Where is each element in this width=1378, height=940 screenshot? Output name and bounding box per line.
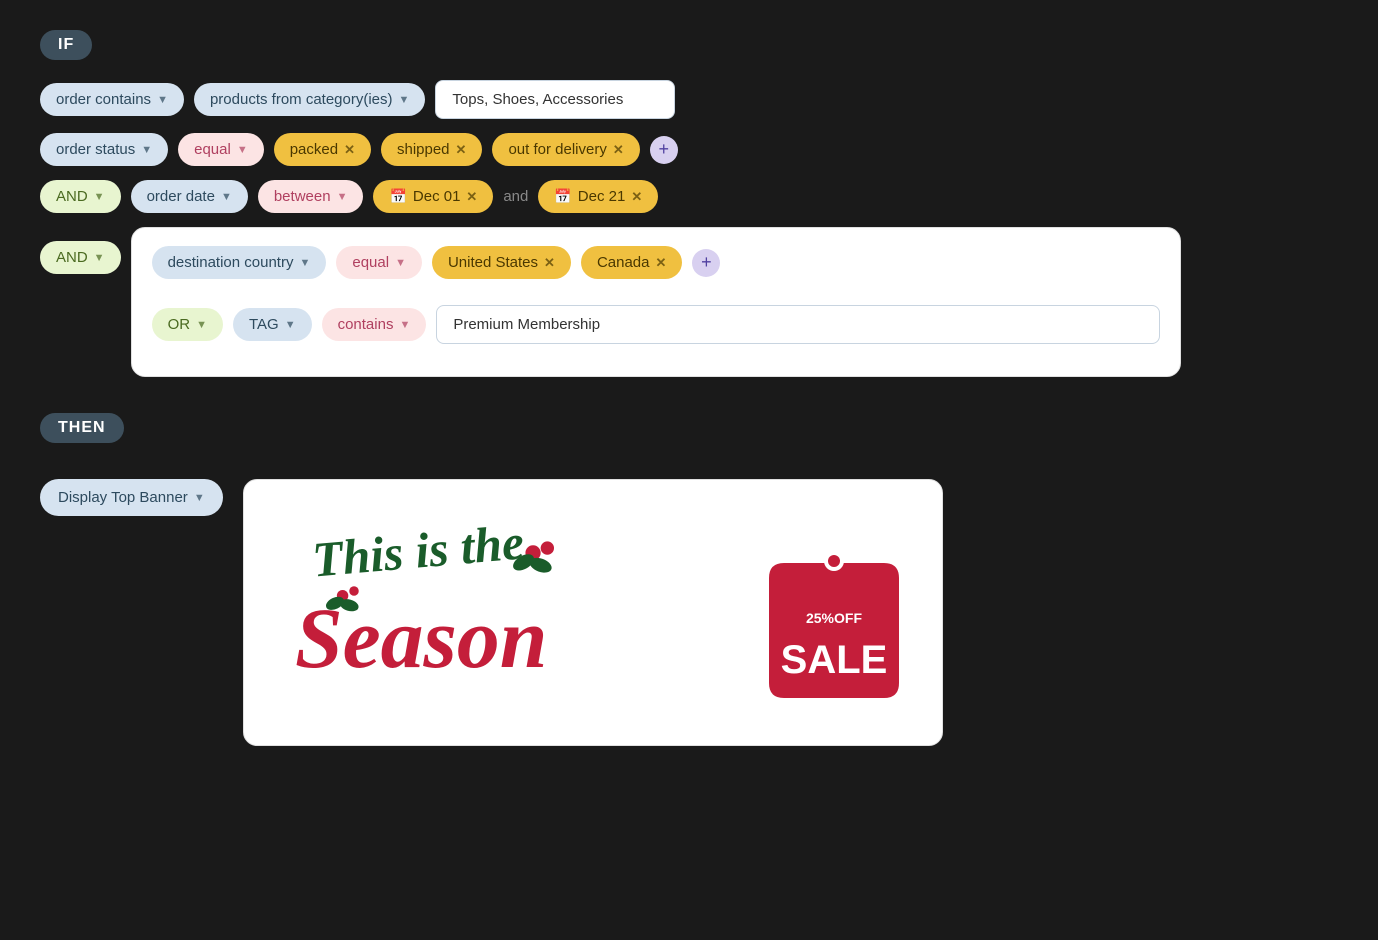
remove-canada-button[interactable]: ✕ [655,255,666,271]
and-text: and [503,188,528,205]
dropdown-arrow: ▼ [94,252,105,264]
svg-text:This is the: This is the [310,514,526,587]
and-chip-2[interactable]: AND ▼ [40,241,121,274]
banner-preview: This is the Season [243,479,943,746]
or-chip[interactable]: OR ▼ [152,308,223,341]
dropdown-arrow: ▼ [337,191,348,203]
united-states-tag[interactable]: United States ✕ [432,246,571,279]
nested-equal-chip[interactable]: equal ▼ [336,246,422,279]
order-date-chip[interactable]: order date ▼ [131,180,248,213]
banner-content: This is the Season [284,510,902,715]
dropdown-arrow: ▼ [141,144,152,156]
add-status-button[interactable]: + [650,136,678,164]
contains-chip[interactable]: contains ▼ [322,308,427,341]
then-section: THEN Display Top Banner ▼ This is the [40,413,1338,746]
premium-membership-input[interactable] [436,305,1159,344]
svg-text:25%OFF: 25%OFF [806,610,862,626]
remove-united-states-button[interactable]: ✕ [544,255,555,271]
remove-date-start-button[interactable]: ✕ [466,189,477,205]
dropdown-arrow: ▼ [157,94,168,106]
remove-packed-button[interactable]: ✕ [344,142,355,158]
dropdown-arrow: ▼ [237,144,248,156]
order-contains-chip[interactable]: order contains ▼ [40,83,184,116]
then-row: Display Top Banner ▼ This is the [40,479,1338,746]
banner-text-art: This is the Season [284,510,744,715]
sale-tag: 25%OFF SALE [764,533,904,693]
dropdown-arrow: ▼ [399,94,410,106]
out-for-delivery-tag[interactable]: out for delivery ✕ [492,133,639,166]
if-badge: IF [40,30,92,60]
remove-out-for-delivery-button[interactable]: ✕ [613,142,624,158]
svg-text:SALE: SALE [780,638,887,682]
calendar-icon: 📅 [389,188,406,205]
calendar-icon-2: 📅 [554,188,571,205]
condition-row-2: order status ▼ equal ▼ packed ✕ shipped … [40,133,1338,166]
dropdown-arrow: ▼ [399,319,410,331]
canada-tag[interactable]: Canada ✕ [581,246,682,279]
tag-chip[interactable]: TAG ▼ [233,308,312,341]
and-chip-1[interactable]: AND ▼ [40,180,121,213]
nested-condition-box: destination country ▼ equal ▼ United Sta… [131,227,1181,377]
order-status-chip[interactable]: order status ▼ [40,133,168,166]
shipped-tag[interactable]: shipped ✕ [381,133,482,166]
category-input[interactable] [435,80,675,119]
dropdown-arrow: ▼ [299,257,310,269]
date-end-tag[interactable]: 📅 Dec 21 ✕ [538,180,658,213]
remove-date-end-button[interactable]: ✕ [631,189,642,205]
add-country-button[interactable]: + [692,249,720,277]
products-from-category-chip[interactable]: products from category(ies) ▼ [194,83,425,116]
if-section: IF order contains ▼ products from catego… [40,30,1338,377]
equal-chip[interactable]: equal ▼ [178,133,264,166]
packed-tag[interactable]: packed ✕ [274,133,371,166]
nested-row-2: OR ▼ TAG ▼ contains ▼ [152,305,1160,344]
condition-row-1: order contains ▼ products from category(… [40,80,1338,119]
between-chip[interactable]: between ▼ [258,180,364,213]
condition-row-3: AND ▼ order date ▼ between ▼ 📅 Dec 01 ✕ … [40,180,1338,213]
dropdown-arrow: ▼ [196,319,207,331]
dropdown-arrow: ▼ [395,257,406,269]
destination-country-chip[interactable]: destination country ▼ [152,246,327,279]
date-start-tag[interactable]: 📅 Dec 01 ✕ [373,180,493,213]
dropdown-arrow: ▼ [221,191,232,203]
condition-row-4: AND ▼ destination country ▼ equal ▼ Unit… [40,227,1338,377]
dropdown-arrow: ▼ [285,319,296,331]
dropdown-arrow: ▼ [94,191,105,203]
nested-row-1: destination country ▼ equal ▼ United Sta… [152,246,1160,279]
dropdown-arrow: ▼ [194,492,205,504]
then-badge: THEN [40,413,124,443]
display-top-banner-chip[interactable]: Display Top Banner ▼ [40,479,223,516]
remove-shipped-button[interactable]: ✕ [456,142,467,158]
